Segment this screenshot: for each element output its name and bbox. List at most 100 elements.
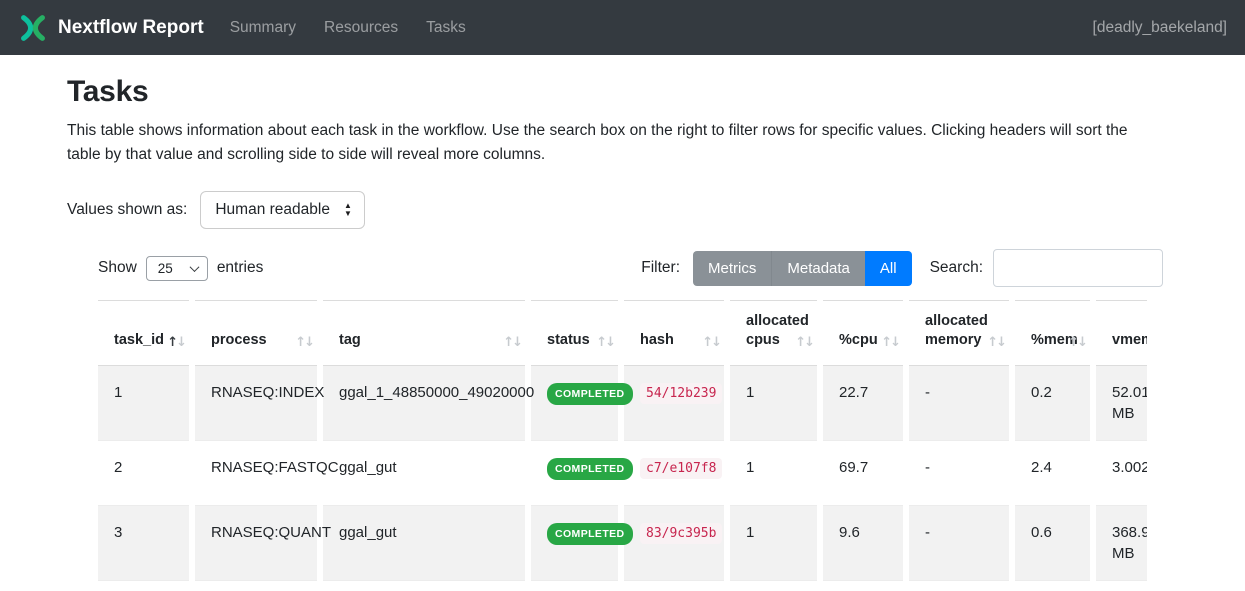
- cell-hash: 54/12b239: [624, 366, 724, 440]
- cell-vmem: 368.95 MB: [1096, 505, 1147, 580]
- cell-task-id: 2: [98, 440, 189, 505]
- cell-hash: 94/c235e1: [624, 580, 724, 591]
- values-shown-select[interactable]: Human readable ▲▼: [200, 191, 365, 229]
- show-entries-group: Show 25 entries: [98, 256, 263, 281]
- cell-process: RNASEQ:INDEX: [195, 366, 317, 440]
- table-controls: Show 25 entries Filter: Metrics Metadata…: [98, 249, 1163, 287]
- status-badge: COMPLETED: [547, 458, 633, 480]
- col-header-hash[interactable]: hash: [624, 300, 724, 366]
- sort-arrows-icon: [295, 334, 313, 352]
- filter-search-group: Filter: Metrics Metadata All Search:: [641, 249, 1163, 287]
- cell-allocated-cpus: 1: [730, 580, 817, 591]
- page-title: Tasks: [67, 75, 1178, 109]
- cell-task-id: 4: [98, 580, 189, 591]
- entries-per-page-select[interactable]: 25: [146, 256, 208, 281]
- sort-arrows-icon: [503, 334, 521, 352]
- tasks-table-viewport[interactable]: task_id process tag status hash allocate…: [98, 300, 1147, 591]
- hash-code: c7/e107f8: [640, 458, 722, 479]
- col-header-status[interactable]: status: [531, 300, 618, 366]
- cell-allocated-cpus: 1: [730, 505, 817, 580]
- cell-process: RNASEQ:FASTQC: [195, 440, 317, 505]
- nav-item-summary[interactable]: Summary: [230, 19, 296, 37]
- col-header-pmem[interactable]: %mem: [1015, 300, 1090, 366]
- chevron-down-icon: [189, 262, 199, 272]
- cell-tag: -: [323, 580, 525, 591]
- filter-all-button[interactable]: All: [865, 251, 912, 286]
- tasks-table: task_id process tag status hash allocate…: [98, 300, 1147, 591]
- cell-pcpu: 9.6: [823, 505, 903, 580]
- cell-pmem: 0.6: [1015, 505, 1090, 580]
- cell-process: MULTIQC: [195, 580, 317, 591]
- col-header-allocated-memory[interactable]: allocated memory: [909, 300, 1009, 366]
- filter-label: Filter:: [641, 259, 680, 277]
- filter-metadata-button[interactable]: Metadata: [771, 251, 865, 286]
- nextflow-logo-icon: [18, 13, 48, 43]
- tasks-table-section: Show 25 entries Filter: Metrics Metadata…: [98, 249, 1163, 591]
- brand-title: Nextflow Report: [58, 17, 204, 39]
- col-header-task-id[interactable]: task_id: [98, 300, 189, 366]
- show-label: Show: [98, 259, 137, 277]
- col-header-vmem[interactable]: vmem: [1096, 300, 1147, 366]
- hash-code: 54/12b239: [640, 383, 722, 404]
- cell-allocated-memory: -: [909, 366, 1009, 440]
- cell-status: COMPLETED: [531, 440, 618, 505]
- cell-task-id: 1: [98, 366, 189, 440]
- values-shown-label: Values shown as:: [67, 201, 187, 219]
- status-badge: COMPLETED: [547, 383, 633, 405]
- cell-task-id: 3: [98, 505, 189, 580]
- sort-arrows-icon: [596, 334, 614, 352]
- cell-allocated-memory: -: [909, 505, 1009, 580]
- sort-arrows-icon: [987, 334, 1005, 352]
- table-row[interactable]: 2 RNASEQ:FASTQC ggal_gut COMPLETED c7/e1…: [98, 440, 1147, 505]
- cell-pcpu: 42.8: [823, 580, 903, 591]
- cell-status: COMPLETED: [531, 580, 618, 591]
- select-arrows-icon: ▲▼: [344, 203, 352, 217]
- cell-pmem: 1.4: [1015, 580, 1090, 591]
- values-shown-selected: Human readable: [215, 201, 330, 219]
- col-header-tag[interactable]: tag: [323, 300, 525, 366]
- cell-tag: ggal_1_48850000_49020000: [323, 366, 525, 440]
- nav-item-resources[interactable]: Resources: [324, 19, 398, 37]
- entries-label: entries: [217, 259, 264, 277]
- main-content: Tasks This table shows information about…: [0, 55, 1245, 591]
- navbar: Nextflow Report Summary Resources Tasks …: [0, 0, 1245, 55]
- page-description: This table shows information about each …: [67, 119, 1165, 167]
- cell-process: RNASEQ:QUANT: [195, 505, 317, 580]
- search-input[interactable]: [993, 249, 1163, 287]
- header-row: task_id process tag status hash allocate…: [98, 300, 1147, 366]
- cell-allocated-memory: -: [909, 440, 1009, 505]
- cell-pmem: 0.2: [1015, 366, 1090, 440]
- brand[interactable]: Nextflow Report: [18, 13, 204, 43]
- sort-arrows-icon: [702, 334, 720, 352]
- cell-status: COMPLETED: [531, 505, 618, 580]
- cell-vmem: 571.58 MB: [1096, 580, 1147, 591]
- cell-pmem: 2.4: [1015, 440, 1090, 505]
- cell-allocated-memory: -: [909, 580, 1009, 591]
- values-shown-row: Values shown as: Human readable ▲▼: [67, 191, 1178, 229]
- cell-hash: 83/9c395b: [624, 505, 724, 580]
- search-label: Search:: [930, 259, 983, 277]
- col-header-process[interactable]: process: [195, 300, 317, 366]
- col-header-pcpu[interactable]: %cpu: [823, 300, 903, 366]
- cell-hash: c7/e107f8: [624, 440, 724, 505]
- entries-per-page-value: 25: [158, 261, 173, 276]
- sort-arrows-icon: [1068, 334, 1086, 352]
- hash-code: 83/9c395b: [640, 523, 722, 544]
- cell-allocated-cpus: 1: [730, 366, 817, 440]
- cell-pcpu: 22.7: [823, 366, 903, 440]
- cell-pcpu: 69.7: [823, 440, 903, 505]
- nav-links: Summary Resources Tasks: [230, 19, 466, 37]
- filter-button-group: Metrics Metadata All: [693, 251, 912, 286]
- sort-arrows-icon: [795, 334, 813, 352]
- table-row[interactable]: 1 RNASEQ:INDEX ggal_1_48850000_49020000 …: [98, 366, 1147, 440]
- filter-metrics-button[interactable]: Metrics: [693, 251, 771, 286]
- col-header-allocated-cpus[interactable]: allocated cpus: [730, 300, 817, 366]
- cell-vmem: 3.002: [1096, 440, 1147, 505]
- nav-item-tasks[interactable]: Tasks: [426, 19, 466, 37]
- table-row[interactable]: 4 MULTIQC - COMPLETED 94/c235e1 1 42.8 -…: [98, 580, 1147, 591]
- cell-allocated-cpus: 1: [730, 440, 817, 505]
- table-row[interactable]: 3 RNASEQ:QUANT ggal_gut COMPLETED 83/9c3…: [98, 505, 1147, 580]
- sort-arrows-icon: [881, 334, 899, 352]
- cell-status: COMPLETED: [531, 366, 618, 440]
- cell-tag: ggal_gut: [323, 440, 525, 505]
